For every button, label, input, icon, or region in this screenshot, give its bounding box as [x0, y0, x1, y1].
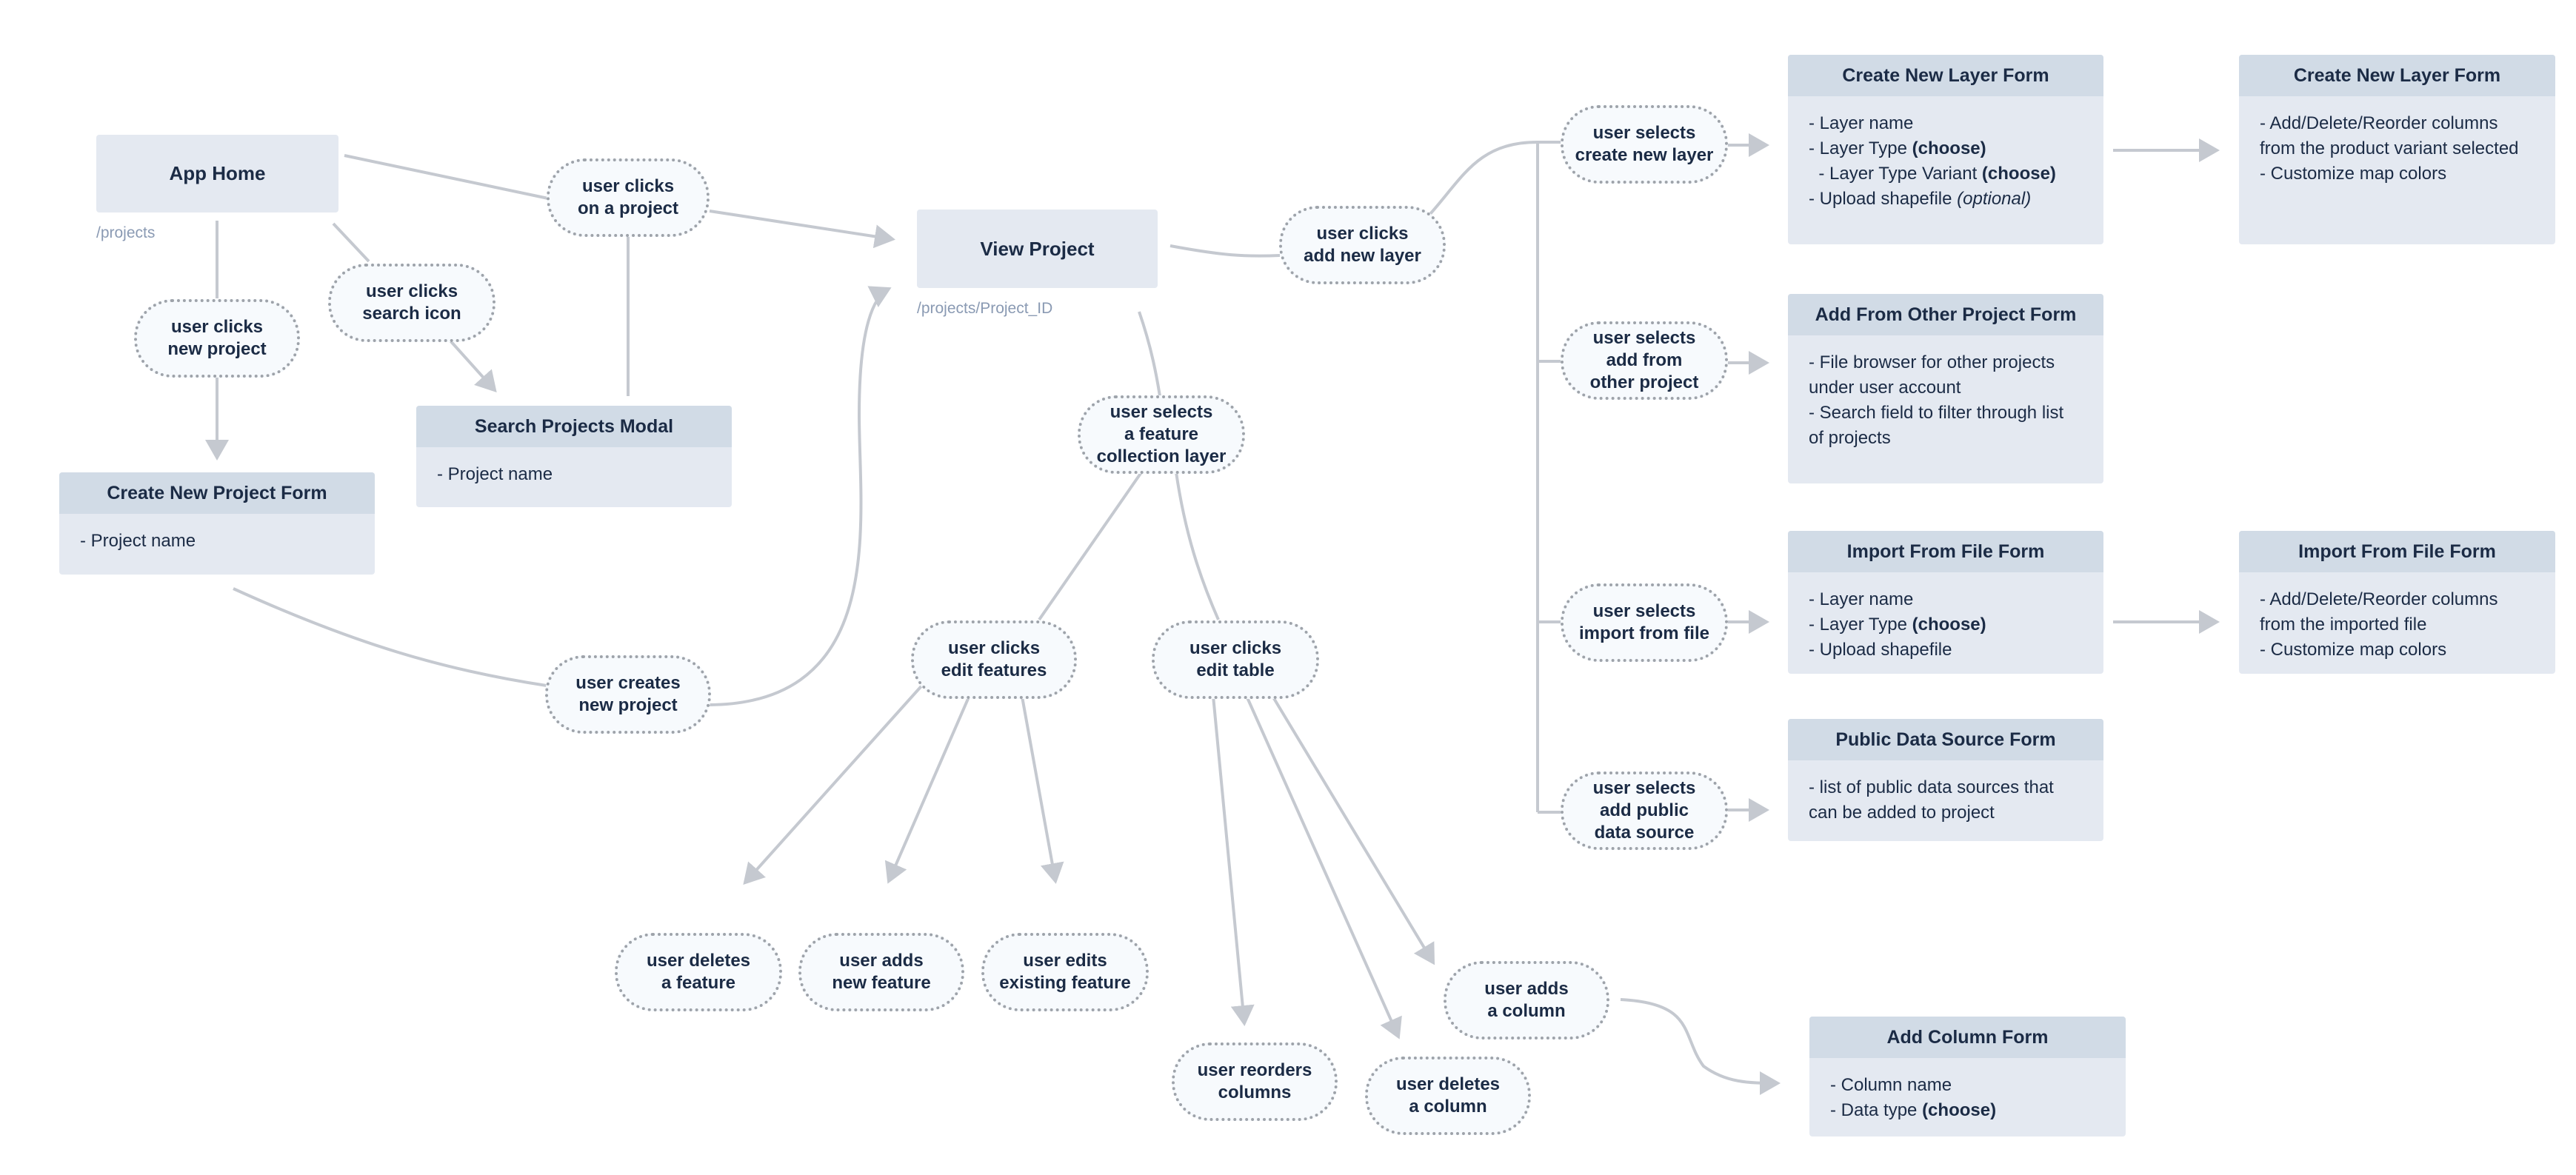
- action-edits-existing-feature[interactable]: user edits existing feature: [981, 933, 1149, 1011]
- edge-feature-layer-to-edit-table: [1175, 472, 1220, 620]
- form-title: Create New Layer Form: [1788, 55, 2103, 96]
- edge-clicks-project-to-view: [709, 210, 895, 249]
- form-title: Import From File Form: [2239, 531, 2555, 572]
- edge-edit-table-to-reorder: [1212, 695, 1255, 1026]
- connector-layer: [205, 133, 2220, 1095]
- form-body: - Layer name - Layer Type (choose) - Laye…: [1788, 96, 2103, 219]
- form-body: - list of public data sources that can b…: [1788, 760, 2103, 833]
- route-label: /projects: [96, 224, 156, 241]
- form-field-line: - Layer Type (choose): [1809, 615, 1986, 635]
- edge-search-icon-to-modal: [447, 338, 497, 392]
- action-selects-import-from-file[interactable]: user selects import from file: [1561, 583, 1728, 662]
- form-body: - Project name: [416, 447, 732, 495]
- action-clicks-on-project[interactable]: user clicks on a project: [547, 158, 710, 237]
- form-create-new-layer-step2[interactable]: Create New Layer Form - Add/Delete/Reord…: [2239, 55, 2555, 244]
- edge-home-to-clicks-project: [344, 154, 549, 200]
- form-field-line: - Search field to filter through list of…: [1809, 403, 2069, 448]
- edge-feature-layer-to-edit-features: [1038, 471, 1143, 621]
- action-clicks-edit-features[interactable]: user clicks edit features: [911, 620, 1077, 699]
- form-body: - Column name - Data type (choose): [1809, 1058, 2126, 1131]
- action-adds-column[interactable]: user adds a column: [1444, 961, 1609, 1040]
- screen-title: View Project: [980, 237, 1095, 260]
- edge-add-layer-to-branch: [1428, 141, 1564, 216]
- action-deletes-feature[interactable]: user deletes a feature: [615, 933, 782, 1011]
- form-search-projects-modal[interactable]: Search Projects Modal - Project name: [416, 406, 732, 507]
- action-adds-new-feature[interactable]: user adds new feature: [798, 933, 964, 1011]
- edge-edit-table-to-add-col: [1271, 694, 1435, 965]
- edge-edit-features-to-edit: [1019, 688, 1064, 884]
- action-selects-create-new-layer[interactable]: user selects create new layer: [1561, 105, 1728, 184]
- form-import-from-file-step2[interactable]: Import From File Form - Add/Delete/Reord…: [2239, 531, 2555, 674]
- choose-hint: (choose): [1922, 1100, 1997, 1120]
- form-body: - Project name: [59, 514, 375, 561]
- edge-view-to-feature-layer: [1138, 311, 1161, 397]
- form-field-line: - Upload shapefile (optional): [1809, 189, 2032, 209]
- form-title: Add Column Form: [1809, 1017, 2126, 1058]
- action-selects-add-from-other-project[interactable]: user selects add from other project: [1561, 321, 1728, 400]
- form-field-line: - list of public data sources that can b…: [1809, 777, 2059, 823]
- screen-title: App Home: [169, 162, 266, 184]
- form-field-line: - Layer name: [1809, 113, 1914, 133]
- action-clicks-new-project[interactable]: user clicks new project: [134, 299, 300, 378]
- edge-view-to-add-layer: [1169, 244, 1281, 258]
- form-add-column[interactable]: Add Column Form - Column name - Data type…: [1809, 1017, 2126, 1136]
- form-field-line: - Data type (choose): [1830, 1100, 1997, 1120]
- form-add-from-other-project[interactable]: Add From Other Project Form - File brows…: [1788, 294, 2103, 483]
- form-field-line: - Column name: [1830, 1075, 1952, 1095]
- form-body: - Add/Delete/Reorder columns from the im…: [2239, 572, 2555, 670]
- form-field-line: - Upload shapefile: [1809, 640, 1952, 660]
- form-body: - File browser for other projects under …: [1788, 335, 2103, 458]
- form-create-new-layer[interactable]: Create New Layer Form - Layer name - Laye…: [1788, 55, 2103, 244]
- screen-app-home[interactable]: App Home: [96, 135, 338, 212]
- action-clicks-add-new-layer[interactable]: user clicks add new layer: [1279, 206, 1446, 284]
- edge-home-to-search-icon: [332, 222, 370, 263]
- action-selects-feature-collection-layer[interactable]: user selects a feature collection layer: [1078, 395, 1245, 474]
- action-clicks-search-icon[interactable]: user clicks search icon: [328, 264, 495, 342]
- form-field-line: - Customize map colors: [2260, 164, 2447, 184]
- form-field-line: - Layer Type Variant (choose): [1809, 164, 2056, 184]
- form-field-line: - Customize map colors: [2260, 640, 2447, 660]
- form-create-new-project[interactable]: Create New Project Form - Project name: [59, 472, 375, 575]
- form-field-line: - Add/Delete/Reorder columns from the im…: [2260, 589, 2503, 635]
- edge-edit-features-to-add: [884, 688, 974, 884]
- form-import-from-file[interactable]: Import From File Form - Layer name - Laye…: [1788, 531, 2103, 674]
- action-reorders-columns[interactable]: user reorders columns: [1172, 1042, 1338, 1121]
- action-clicks-edit-table[interactable]: user clicks edit table: [1152, 620, 1319, 699]
- edge-add-col-to-form: [1620, 998, 1781, 1095]
- form-title: Search Projects Modal: [416, 406, 732, 447]
- form-title: Add From Other Project Form: [1788, 294, 2103, 335]
- form-field-line: - Project name: [437, 464, 553, 484]
- screen-view-project[interactable]: View Project: [917, 210, 1158, 288]
- edge-creates-to-view: [709, 286, 892, 706]
- form-body: - Layer name - Layer Type (choose) - Uploa…: [1788, 572, 2103, 670]
- choose-hint: (choose): [1981, 164, 2056, 184]
- form-title: Public Data Source Form: [1788, 719, 2103, 760]
- form-title: Create New Project Form: [59, 472, 375, 514]
- form-body: - Add/Delete/Reorder columns from the pr…: [2239, 96, 2555, 194]
- form-field-line: - Layer name: [1809, 589, 1914, 609]
- action-selects-add-public-data-source[interactable]: user selects add public data source: [1561, 771, 1728, 850]
- form-field-line: - Project name: [80, 531, 196, 551]
- form-public-data-source[interactable]: Public Data Source Form - list of public…: [1788, 719, 2103, 841]
- form-field-line: - Layer Type (choose): [1809, 138, 1986, 158]
- optional-hint: (optional): [1957, 189, 2032, 209]
- form-title: Import From File Form: [1788, 531, 2103, 572]
- edge-form-to-creates: [233, 587, 547, 687]
- action-creates-new-project[interactable]: user creates new project: [545, 655, 711, 734]
- action-deletes-column[interactable]: user deletes a column: [1365, 1057, 1531, 1135]
- route-label: /projects/Project_ID: [917, 300, 1053, 317]
- form-field-line: - Add/Delete/Reorder columns from the pr…: [2260, 113, 2519, 158]
- form-title: Create New Layer Form: [2239, 55, 2555, 96]
- choose-hint: (choose): [1912, 138, 1986, 158]
- form-field-line: - File browser for other projects under …: [1809, 352, 2060, 398]
- edge-edit-features-to-delete: [743, 680, 927, 885]
- choose-hint: (choose): [1912, 615, 1986, 635]
